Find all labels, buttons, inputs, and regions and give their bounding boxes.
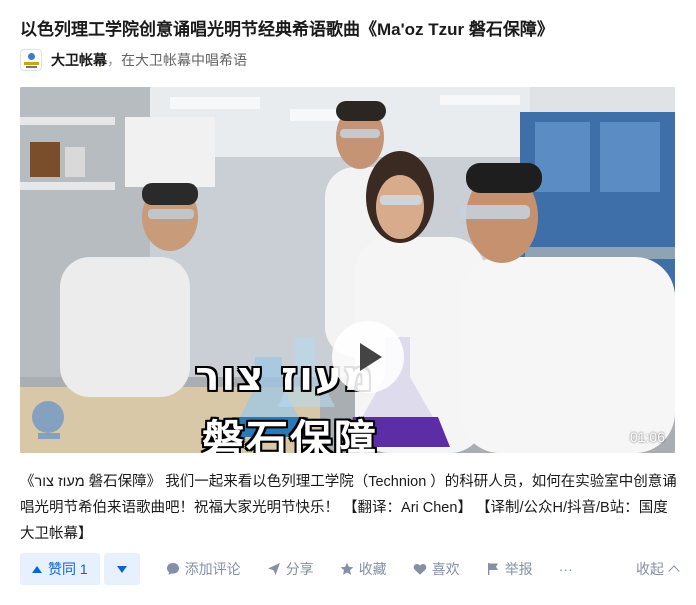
like-label: 喜欢 xyxy=(431,561,460,577)
author-name[interactable]: 大卫帐幕 xyxy=(51,50,107,70)
play-button[interactable] xyxy=(332,321,404,393)
vote-down-button[interactable] xyxy=(103,553,140,585)
author-bio: 在大卫帐幕中唱希语 xyxy=(121,52,247,68)
video-duration: 01:06 xyxy=(629,429,665,445)
vote-up-button[interactable]: 赞同 1 xyxy=(20,553,100,585)
author-info: 大卫帐幕 ， 在大卫帐幕中唱希语 xyxy=(20,49,247,71)
avatar[interactable] xyxy=(20,49,42,71)
collapse-label: 收起 xyxy=(636,561,664,577)
share-icon xyxy=(267,562,281,576)
star-icon xyxy=(340,562,354,576)
share-button[interactable]: 分享 xyxy=(267,559,314,579)
author-separator: ， xyxy=(107,52,121,68)
report-button[interactable]: 举报 xyxy=(486,559,533,579)
triangle-up-icon xyxy=(32,565,42,573)
answer-card: 以色列理工学院创意诵唱光明节经典希语歌曲《Ma'oz Tzur 磐石保障》 大卫… xyxy=(0,0,696,605)
collapse-button[interactable]: 收起 xyxy=(636,559,680,579)
vote-up-label: 赞同 1 xyxy=(48,561,88,577)
heart-icon xyxy=(413,562,427,576)
video-overlay-chinese: 磐石保障 xyxy=(201,416,378,454)
more-icon: ··· xyxy=(558,561,573,577)
favorite-button[interactable]: 收藏 xyxy=(340,559,387,579)
share-label: 分享 xyxy=(285,561,314,577)
play-icon xyxy=(360,343,382,371)
triangle-down-icon xyxy=(116,565,127,573)
chevron-up-icon xyxy=(668,565,680,577)
post-description: 《מעוז צור 磐石保障》 我们一起来看以色列理工学院（Technion ）… xyxy=(20,474,677,542)
report-label: 举报 xyxy=(504,561,533,577)
video-player[interactable]: מעוז צור 磐石保障 01:06 xyxy=(20,87,675,453)
comment-icon xyxy=(166,562,180,576)
add-comment-button[interactable]: 添加评论 xyxy=(166,559,241,579)
more-button[interactable]: ··· xyxy=(559,561,573,577)
like-button[interactable]: 喜欢 xyxy=(413,559,460,579)
favorite-label: 收藏 xyxy=(358,561,387,577)
post-title[interactable]: 以色列理工学院创意诵唱光明节经典希语歌曲《Ma'oz Tzur 磐石保障》 xyxy=(20,18,680,42)
action-bar: 赞同 1 添加评论 分享 收藏 喜欢 举报 ··· 收起 xyxy=(20,553,680,585)
add-comment-label: 添加评论 xyxy=(184,561,241,577)
flag-icon xyxy=(486,562,500,576)
